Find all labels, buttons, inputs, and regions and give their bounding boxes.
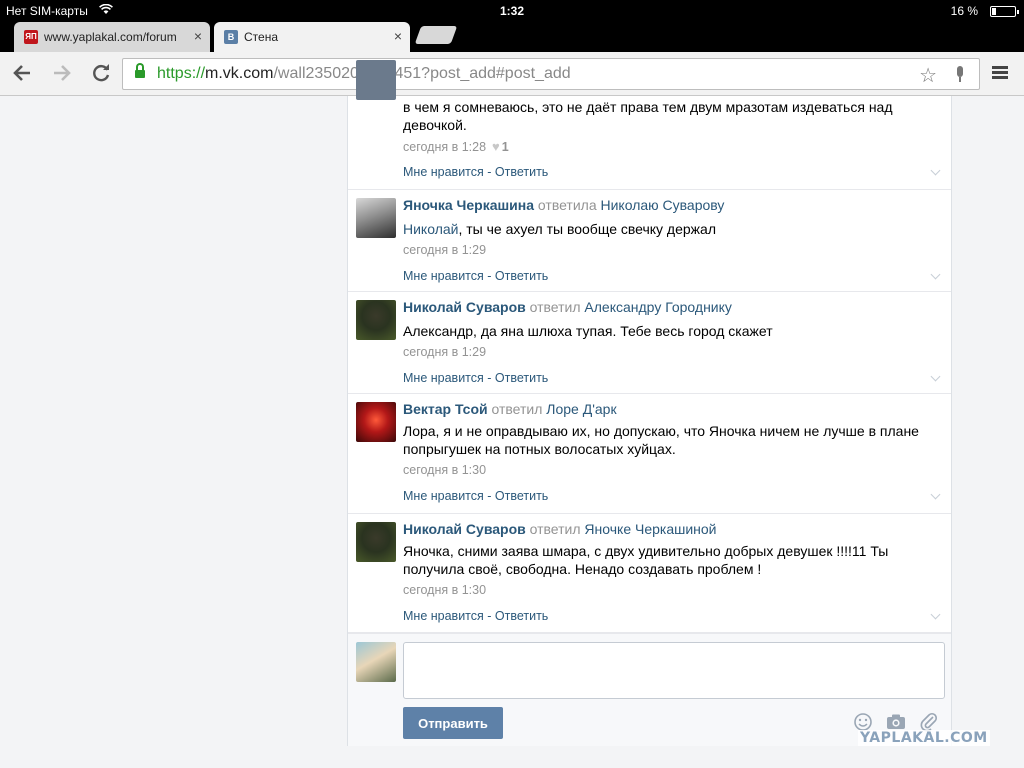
menu-icon[interactable] [992, 66, 1008, 80]
chevron-down-icon[interactable] [931, 491, 941, 501]
microphone-icon[interactable] [955, 66, 965, 82]
comment-actions[interactable]: Мне нравится - Ответить [403, 269, 548, 283]
comment-time: сегодня в 1:28 ♥ 1 [403, 139, 509, 154]
reply-verb: ответила [537, 197, 597, 213]
watermark: YAPLAKAL.COM [858, 730, 990, 746]
comments-column: в чем я сомневаюсь, это не даёт права те… [347, 60, 952, 746]
battery-percent: 16 % [950, 4, 978, 18]
browser-toolbar: https://m.vk.com/wall235020923_451?post_… [0, 52, 1024, 96]
comment-text: Николай, ты че ахуел ты вообще свечку де… [403, 221, 716, 237]
heart-icon[interactable]: ♥ [492, 139, 500, 154]
author-link[interactable]: Яночка Черкашина [403, 197, 534, 213]
comment-actions[interactable]: Мне нравится - Ответить [403, 489, 548, 503]
chevron-down-icon[interactable] [931, 271, 941, 281]
tab-yaplakal[interactable]: ЯП www.yaplakal.com/forum × [14, 22, 210, 52]
comment-item: в чем я сомневаюсь, это не даёт права те… [348, 60, 951, 190]
comment-text: Яночка, сними заява шмара, с двух удивит… [403, 543, 889, 577]
avatar[interactable] [356, 300, 396, 340]
send-button[interactable]: Отправить [403, 707, 503, 739]
page-content: в чем я сомневаюсь, это не даёт права те… [0, 60, 1024, 768]
tab-wall[interactable]: B Стена × [214, 22, 410, 52]
back-arrow-icon[interactable] [10, 62, 34, 86]
yaplakal-favicon-icon: ЯП [24, 30, 38, 44]
comment-header: Николай Суваров ответил Александру Город… [403, 299, 732, 315]
author-link[interactable]: Николай Суваров [403, 299, 526, 315]
comment-item: Николай Суваров ответил Александру Город… [348, 292, 951, 394]
close-tab-icon[interactable]: × [394, 28, 402, 44]
star-icon[interactable]: ☆ [919, 63, 937, 88]
address-bar[interactable]: https://m.vk.com/wall235020923_451?post_… [122, 58, 980, 90]
reply-target-link[interactable]: Александру Городнику [584, 299, 731, 315]
comment-actions[interactable]: Мне нравится - Ответить [403, 371, 548, 385]
avatar[interactable] [356, 642, 396, 682]
comment-item: Вектар Тсой ответил Лоре Д'арк Лора, я и… [348, 394, 951, 514]
chevron-down-icon[interactable] [931, 611, 941, 621]
reply-verb: ответил [529, 521, 581, 537]
vk-favicon-icon: B [224, 30, 238, 44]
lock-icon [135, 63, 145, 79]
battery-level [992, 8, 996, 15]
avatar[interactable] [356, 522, 396, 562]
reply-target-link[interactable]: Яночке Черкашиной [584, 521, 716, 537]
comment-item: Николай Суваров ответил Яночке Черкашино… [348, 514, 951, 633]
avatar[interactable] [356, 198, 396, 238]
comment-actions[interactable]: Мне нравится - Ответить [403, 165, 548, 179]
like-count: 1 [501, 140, 509, 154]
comment-time: сегодня в 1:29 [403, 243, 487, 257]
smile-icon[interactable] [853, 712, 873, 732]
mention-link[interactable]: Николай [403, 221, 458, 237]
comment-header: Яночка Черкашина ответила Николаю Суваро… [403, 197, 724, 213]
avatar[interactable] [356, 402, 396, 442]
reply-verb: ответил [529, 299, 581, 315]
tab-title: www.yaplakal.com/forum [44, 30, 177, 44]
comment-item: Яночка Черкашина ответила Николаю Суваро… [348, 190, 951, 292]
reply-target-link[interactable]: Лоре Д'арк [546, 401, 616, 417]
comment-text: в чем я сомневаюсь, это не даёт права те… [403, 99, 893, 133]
status-bar: Нет SIM-карты 1:32 16 % [0, 0, 1024, 22]
new-tab-button[interactable] [414, 26, 458, 44]
comment-text: Лора, я и не оправдываю их, но допускаю,… [403, 423, 919, 457]
comment-input[interactable] [403, 642, 945, 699]
comment-actions[interactable]: Мне нравится - Ответить [403, 609, 548, 623]
battery-icon [990, 6, 1019, 17]
comment-time: сегодня в 1:30 [403, 463, 487, 477]
close-tab-icon[interactable]: × [194, 28, 202, 44]
clock: 1:32 [499, 4, 525, 18]
chevron-down-icon[interactable] [931, 373, 941, 383]
avatar[interactable] [356, 60, 396, 100]
forward-arrow-icon[interactable] [50, 62, 74, 86]
tab-strip: ЯП www.yaplakal.com/forum × B Стена × [0, 22, 1024, 52]
comment-time: сегодня в 1:29 [403, 345, 487, 359]
reply-target-link[interactable]: Николаю Суварову [601, 197, 725, 213]
comment-header: Николай Суваров ответил Яночке Черкашино… [403, 521, 717, 537]
camera-icon[interactable] [886, 712, 906, 732]
paperclip-icon[interactable] [919, 712, 939, 732]
author-link[interactable]: Николай Суваров [403, 521, 526, 537]
reply-verb: ответил [491, 401, 543, 417]
reload-icon[interactable] [89, 62, 113, 86]
chevron-down-icon[interactable] [931, 167, 941, 177]
tab-title: Стена [244, 30, 279, 44]
comment-header: Вектар Тсой ответил Лоре Д'арк [403, 401, 617, 417]
author-link[interactable]: Вектар Тсой [403, 401, 488, 417]
comment-text: Александр, да яна шлюха тупая. Тебе весь… [403, 323, 773, 339]
comment-time: сегодня в 1:30 [403, 583, 487, 597]
